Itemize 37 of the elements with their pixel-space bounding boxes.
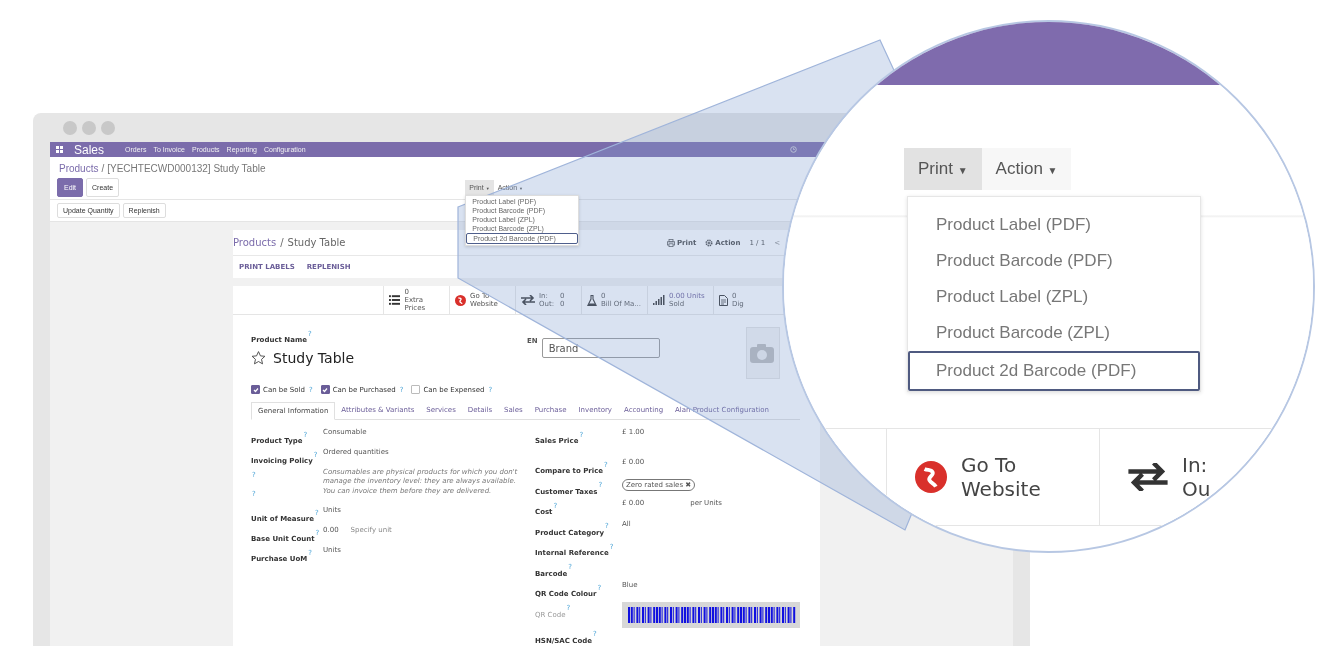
printer-icon[interactable]: [667, 238, 675, 247]
stat-value: Go To: [961, 453, 1018, 477]
menu-item[interactable]: Product Label (PDF): [908, 207, 1200, 243]
app-name[interactable]: Sales: [74, 142, 105, 157]
stat-value: In:: [1182, 453, 1209, 477]
checkbox[interactable]: [251, 385, 260, 394]
stat-label: Ou: [1182, 477, 1211, 501]
camera-icon: [749, 343, 776, 363]
product-name: Study Table: [273, 350, 355, 366]
menu-item[interactable]: Product Label (ZPL): [908, 279, 1200, 315]
document-icon: [719, 294, 728, 306]
menu-item[interactable]: Product Barcode (PDF): [908, 243, 1200, 279]
clock-icon[interactable]: [790, 146, 797, 153]
dropdown-button[interactable]: Print ▼: [904, 148, 982, 190]
menu-item[interactable]: Product 2d Barcode (PDF): [908, 351, 1200, 391]
dropdown-button[interactable]: Action ▼: [981, 148, 1072, 190]
apps-menu-icon[interactable]: [56, 146, 63, 153]
gear-icon[interactable]: [705, 238, 714, 247]
stat-button[interactable]: Go To Website: [887, 429, 1100, 525]
stat-label: Website: [961, 477, 1041, 501]
transfer-arrows-icon: [521, 295, 535, 305]
form-breadcrumb-link[interactable]: Products: [233, 237, 277, 248]
list-icon: [389, 295, 401, 305]
stat-button[interactable]: In: Ou: [1100, 429, 1313, 525]
transfer-arrows-icon: [1128, 463, 1168, 491]
signal-bars-icon: [653, 295, 665, 305]
breadcrumb-separator: /: [280, 237, 284, 248]
breadcrumb-separator: /: [101, 163, 105, 174]
brand-input-field[interactable]: Brand: [541, 338, 660, 358]
flask-icon: [587, 294, 597, 306]
form-breadcrumb-current: Study Table: [287, 237, 346, 248]
checkbox[interactable]: [320, 385, 330, 394]
menu-item[interactable]: Product Barcode (ZPL): [908, 315, 1200, 351]
breadcrumb-current: [YECHTECWD000132] Study Table: [107, 163, 266, 174]
star-icon[interactable]: [251, 351, 266, 365]
breadcrumb-link[interactable]: Products: [59, 163, 99, 174]
checkbox[interactable]: [411, 385, 421, 394]
